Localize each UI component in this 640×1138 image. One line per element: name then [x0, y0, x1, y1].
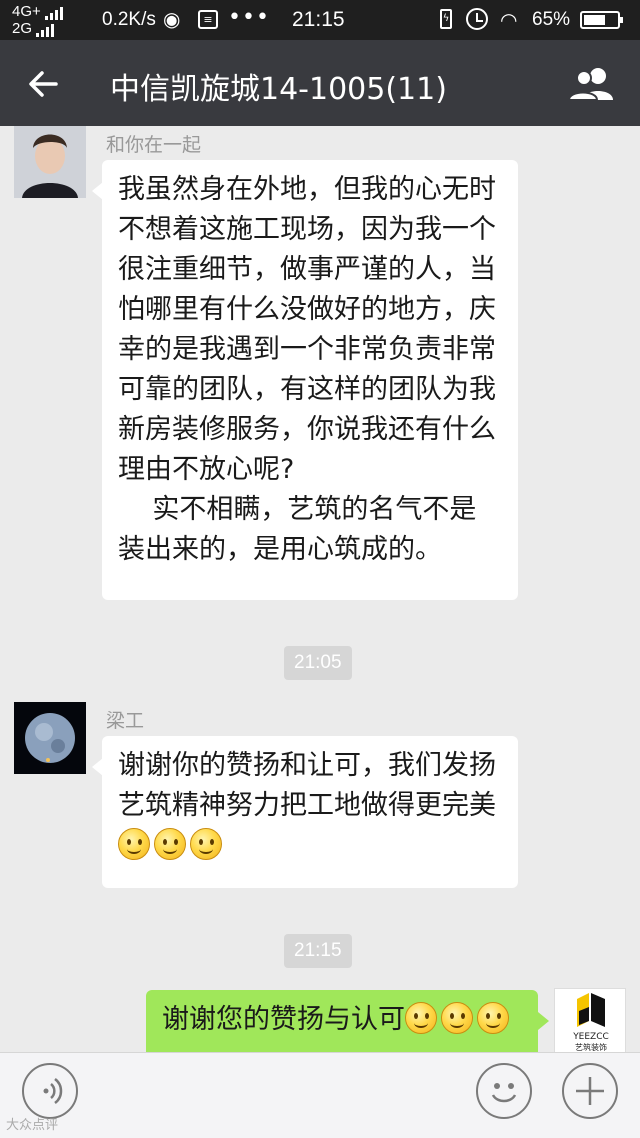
smile-emoji-icon: [154, 828, 186, 860]
smile-emoji-icon: [441, 1002, 473, 1034]
chat-title: 中信凯旋城14-1005(11): [110, 72, 447, 107]
charging-icon: ϟ: [440, 9, 452, 29]
smile-emoji-icon: [118, 828, 150, 860]
smile-emoji-icon: [190, 828, 222, 860]
yeezcc-logo: YEEZCC 艺筑装饰: [555, 989, 625, 1059]
smile-emoji-icon: [477, 1002, 509, 1034]
own-avatar[interactable]: YEEZCC 艺筑装饰: [554, 988, 626, 1060]
sender-name: 和你在一起: [106, 134, 202, 156]
logo-text-cn: 艺筑装饰: [575, 1042, 607, 1052]
message-text: 我虽然身在外地，但我的心无时不想着这施工现场，因为我一个很注重细节，做事严谨的人…: [118, 174, 496, 565]
message-text: 谢谢你的赞扬和让可，我们发扬艺筑精神努力把工地做得更完美: [118, 746, 502, 866]
network-speed: 0.2K/s: [102, 9, 156, 30]
chat-header: 中信凯旋城14-1005(11): [0, 40, 640, 126]
smile-emoji-icon: [405, 1002, 437, 1034]
status-bar: 4G+ 2G 0.2K/s ◉ ≡ ••• 21:15 ϟ ◠ 65%: [0, 0, 640, 40]
battery-fill: [584, 15, 605, 25]
timestamp: 21:05: [284, 646, 352, 680]
network-type-bottom: 2G: [12, 20, 33, 37]
alarm-icon: [466, 8, 488, 30]
input-bar: [0, 1052, 640, 1138]
status-time: 21:15: [292, 8, 345, 31]
signal-icon: [44, 7, 63, 20]
message-bubble[interactable]: 我虽然身在外地，但我的心无时不想着这施工现场，因为我一个很注重细节，做事严谨的人…: [92, 160, 518, 600]
battery-icon: [580, 11, 623, 29]
message-text-content: 谢谢您的赞扬与认可: [162, 1004, 405, 1035]
timestamp: 21:15: [284, 934, 352, 968]
watermark: 大众点评: [6, 1118, 59, 1133]
message-text: 谢谢您的赞扬与认可: [162, 1000, 522, 1040]
emoji-icon[interactable]: [476, 1063, 532, 1119]
back-arrow-icon[interactable]: [22, 62, 66, 106]
sender-avatar[interactable]: [14, 702, 86, 774]
message-bubble[interactable]: 谢谢你的赞扬和让可，我们发扬艺筑精神努力把工地做得更完美: [92, 736, 518, 888]
sender-name: 梁工: [106, 710, 145, 732]
weibo-icon: ◉: [163, 7, 181, 31]
network-type-top: 4G+: [12, 3, 41, 20]
battery-percent: 65%: [532, 9, 571, 30]
network-indicator: 4G+ 2G: [12, 3, 63, 37]
logo-text: YEEZCC: [572, 1032, 609, 1042]
more-icon: •••: [228, 5, 270, 30]
message-text-content: 谢谢你的赞扬和让可，我们发扬艺筑精神努力把工地做得更完美: [118, 750, 496, 821]
plus-icon[interactable]: [562, 1063, 618, 1119]
sender-avatar[interactable]: [14, 126, 86, 198]
notification-icon: ≡: [198, 10, 218, 29]
voice-icon[interactable]: [22, 1063, 78, 1119]
wifi-icon: ◠: [500, 8, 518, 32]
group-members-icon[interactable]: [566, 66, 616, 102]
signal-icon-secondary: [36, 24, 55, 37]
